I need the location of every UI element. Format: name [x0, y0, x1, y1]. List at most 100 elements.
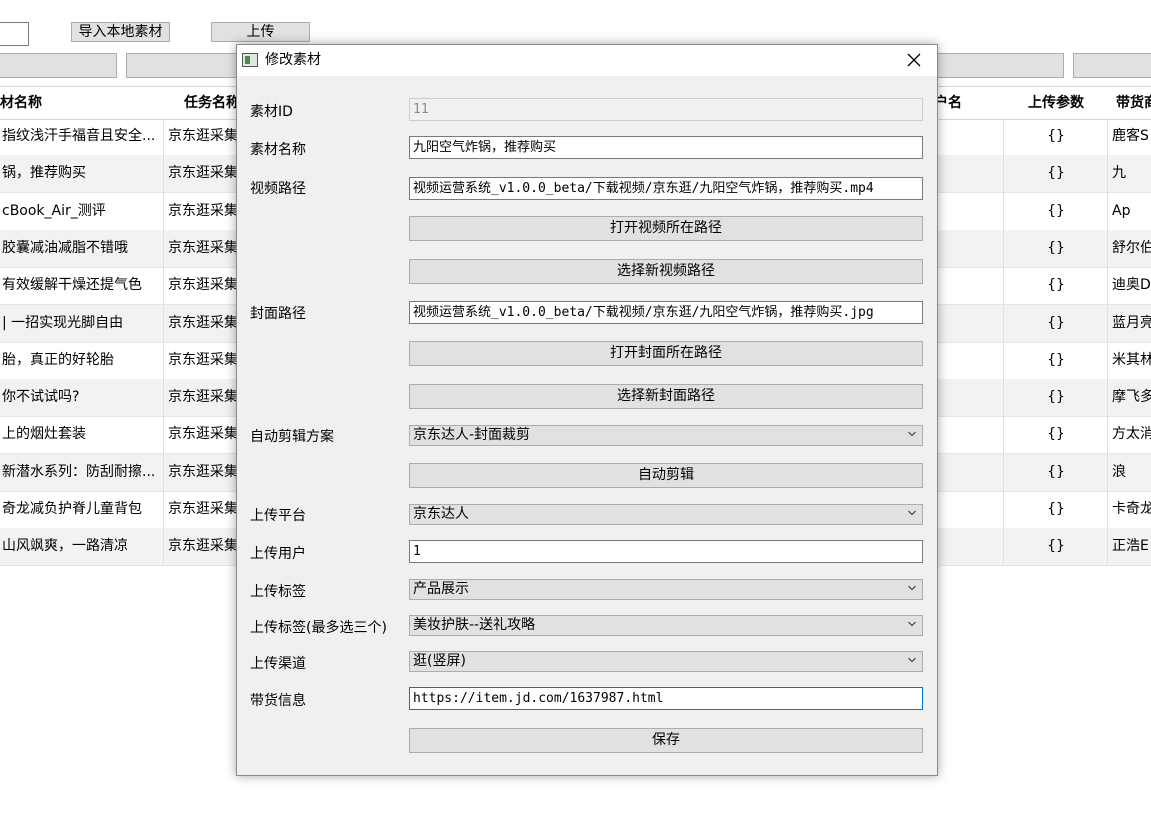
cell-goods-info: 卡奇龙: [1107, 491, 1151, 528]
cover-path-field[interactable]: 视频运营系统_v1.0.0_beta/下载视频/京东逛/九阳空气炸锅，推荐购买.…: [409, 301, 923, 324]
upload-channel-select[interactable]: 逛(竖屏): [409, 651, 923, 672]
cell-material-name: cBook_Air_测评: [2, 202, 106, 219]
cell-goods-info: Ap: [1107, 192, 1151, 230]
upload-user-field[interactable]: 1: [409, 540, 923, 563]
dialog-title: 修改素材: [265, 52, 321, 68]
cell-goods-info: 九: [1107, 155, 1151, 193]
cell-username: [933, 416, 1008, 454]
upload-tag-select[interactable]: 产品展示: [409, 579, 923, 600]
goods-info-label: 带货信息: [250, 693, 306, 709]
upload-tag-multi-value: 美妆护肤--送礼攻略: [413, 617, 536, 633]
upload-channel-value: 逛(竖屏): [413, 653, 466, 669]
chevron-down-icon: [908, 431, 916, 437]
auto-edit-button[interactable]: 自动剪辑: [409, 463, 923, 488]
cell-username: [933, 491, 1008, 528]
cell-material-name: 你不试试吗?: [2, 389, 80, 406]
cell-username: [933, 118, 1008, 155]
goods-info-field[interactable]: https://item.jd.com/1637987.html: [409, 687, 923, 710]
cell-upload-params: {}: [1003, 416, 1108, 454]
filter-field-3[interactable]: [936, 53, 1064, 78]
cell-upload-params: {}: [1003, 192, 1108, 230]
upload-platform-select[interactable]: 京东达人: [409, 504, 923, 525]
chevron-down-icon: [908, 621, 916, 627]
cell-goods-info: 米其林: [1107, 341, 1151, 379]
upload-user-label: 上传用户: [250, 546, 306, 562]
chevron-down-icon: [908, 657, 916, 663]
cell-material-name: 锅，推荐购买: [2, 165, 86, 182]
cell-material-name: 胎，真正的好轮胎: [2, 351, 114, 368]
filter-field-4[interactable]: [1073, 53, 1151, 78]
cell-goods-info: 迪奥D: [1107, 267, 1151, 305]
cell-username: [933, 267, 1008, 305]
cell-upload-params: {}: [1003, 379, 1108, 417]
cell-username: [933, 341, 1008, 379]
cell-upload-params: {}: [1003, 341, 1108, 379]
cell-upload-params: {}: [1003, 118, 1108, 155]
choose-video-button[interactable]: 选择新视频路径: [409, 259, 923, 284]
cell-goods-info: 舒尔伯: [1107, 229, 1151, 267]
upload-platform-value: 京东达人: [413, 506, 469, 522]
cell-username: [933, 528, 1008, 566]
cell-material-name: 新潜水系列：防刮耐擦...: [2, 463, 156, 480]
filter-field-1[interactable]: [0, 53, 117, 78]
cell-username: [933, 192, 1008, 230]
auto-edit-scheme-label: 自动剪辑方案: [250, 429, 334, 445]
cell-goods-info: 方太消: [1107, 416, 1151, 454]
header-goods-info[interactable]: 带货商: [1116, 87, 1151, 119]
cell-goods-info: 鹿客S: [1107, 118, 1151, 155]
cell-upload-params: {}: [1003, 491, 1108, 528]
upload-button[interactable]: 上传: [211, 22, 310, 42]
cell-upload-params: {}: [1003, 267, 1108, 305]
cell-username: [933, 379, 1008, 417]
open-video-dir-button[interactable]: 打开视频所在路径: [409, 216, 923, 241]
auto-edit-scheme-select[interactable]: 京东达人-封面裁剪: [409, 425, 923, 446]
video-path-label: 视频路径: [250, 181, 306, 197]
cell-upload-params: {}: [1003, 229, 1108, 267]
filter-field-2[interactable]: [126, 53, 238, 78]
cell-username: [933, 229, 1008, 267]
choose-cover-button[interactable]: 选择新封面路径: [409, 384, 923, 409]
cell-goods-info: 摩飞多: [1107, 379, 1151, 417]
close-icon[interactable]: [903, 45, 925, 76]
cell-goods-info: 浪: [1107, 453, 1151, 491]
cell-username: [933, 155, 1008, 193]
video-path-field[interactable]: 视频运营系统_v1.0.0_beta/下载视频/京东逛/九阳空气炸锅，推荐购买.…: [409, 177, 923, 200]
upload-channel-label: 上传渠道: [250, 656, 306, 672]
upload-tag-multi-select[interactable]: 美妆护肤--送礼攻略: [409, 615, 923, 636]
material-name-field[interactable]: 九阳空气炸锅，推荐购买: [409, 136, 923, 159]
cell-upload-params: {}: [1003, 155, 1108, 193]
dialog-titlebar: 修改素材: [237, 45, 937, 76]
cell-material-name: 有效缓解干燥还提气色: [2, 277, 142, 294]
cell-upload-params: {}: [1003, 528, 1108, 566]
open-cover-dir-button[interactable]: 打开封面所在路径: [409, 341, 923, 366]
material-id-label: 素材ID: [250, 104, 293, 120]
upload-tag-label: 上传标签: [250, 584, 306, 600]
app-icon: [242, 53, 258, 67]
header-task-name[interactable]: 任务名称: [184, 87, 244, 119]
cell-username: [933, 304, 1008, 342]
material-id-field[interactable]: 11: [409, 98, 923, 121]
cell-material-name: 上的烟灶套装: [2, 426, 86, 443]
top-left-input[interactable]: [0, 22, 29, 46]
cell-goods-info: 正浩E: [1107, 528, 1151, 566]
header-upload-params[interactable]: 上传参数: [1004, 87, 1108, 119]
cell-material-name: | 一招实现光脚自由: [2, 314, 124, 331]
import-local-button[interactable]: 导入本地素材: [71, 22, 170, 42]
header-material-name[interactable]: 材名称: [0, 87, 58, 119]
chevron-down-icon: [908, 585, 916, 591]
cell-material-name: 指纹浅汗手福音且安全...: [2, 128, 156, 144]
auto-edit-scheme-value: 京东达人-封面裁剪: [413, 427, 531, 443]
cell-upload-params: {}: [1003, 304, 1108, 342]
cover-path-label: 封面路径: [250, 306, 306, 322]
edit-material-dialog: 修改素材 素材ID 11 素材名称 九阳空气炸锅，推荐购买 视频路径 视频运营系…: [236, 44, 938, 776]
cell-material-name: 山风飒爽，一路清凉: [2, 538, 128, 555]
upload-tag-multi-label: 上传标签(最多选三个): [250, 620, 387, 636]
cell-username: [933, 453, 1008, 491]
material-name-label: 素材名称: [250, 142, 306, 158]
chevron-down-icon: [908, 510, 916, 516]
cell-material-name: 胶囊减油减脂不错哦: [2, 239, 128, 256]
cell-goods-info: 蓝月亮: [1107, 304, 1151, 342]
save-button[interactable]: 保存: [409, 728, 923, 753]
header-username[interactable]: 户名: [934, 87, 994, 119]
cell-material-name: 奇龙减负护脊儿童背包: [2, 501, 142, 517]
